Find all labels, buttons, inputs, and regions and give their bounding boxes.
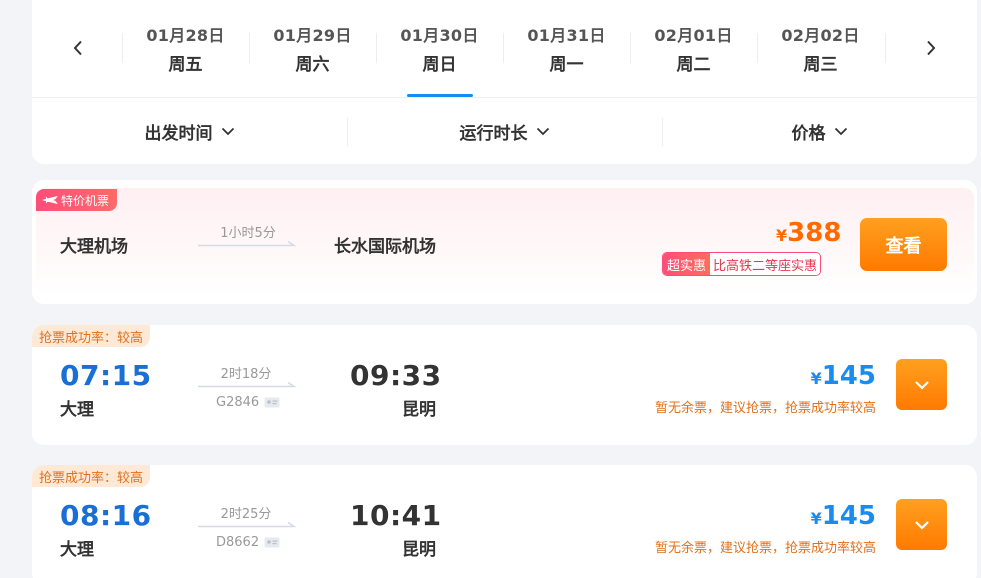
flight-arrival-airport: 长水国际机场 (334, 237, 436, 257)
chevron-right-icon (927, 40, 936, 56)
weekday-label: 周三 (803, 55, 838, 75)
weekday-label: 周日 (422, 55, 457, 75)
currency-symbol: ¥ (810, 509, 822, 528)
arrival-station: 昆明 (402, 540, 436, 560)
date-item-0128[interactable]: 01月28日 周五 (122, 0, 249, 98)
weekday-label: 周五 (168, 55, 203, 75)
filter-label: 运行时长 (459, 123, 528, 144)
view-flight-button[interactable]: 查看 (860, 218, 947, 271)
flight-promo-card[interactable]: 特价机票 大理机场 1小时5分 长水国际机场 ¥388 超实惠 比高铁二等座实惠… (32, 180, 977, 304)
filter-price[interactable]: 价格 (662, 98, 977, 164)
airplane-icon (42, 196, 58, 204)
filter-label: 价格 (791, 123, 826, 144)
chevron-down-icon (834, 127, 847, 135)
expand-details-button[interactable] (896, 499, 947, 550)
date-label: 01月30日 (400, 26, 479, 45)
arrival-station: 昆明 (402, 400, 436, 420)
filter-label: 出发时间 (144, 123, 213, 144)
currency-symbol: ¥ (810, 369, 822, 388)
train-number: D8662 (216, 535, 280, 550)
weekday-label: 周二 (676, 55, 711, 75)
price-value: 145 (821, 361, 876, 391)
chevron-down-icon (221, 127, 234, 135)
price-value: 145 (821, 501, 876, 531)
train-number-label: D8662 (216, 535, 260, 550)
chevron-down-icon (914, 520, 929, 530)
route-arrow-line (198, 381, 296, 388)
badge-label: 特价机票 (61, 193, 110, 208)
date-label: 02月02日 (781, 26, 860, 45)
travel-duration: 2时18分 (220, 367, 272, 382)
availability-note: 暂无余票，建议抢票，抢票成功率较高 (654, 401, 876, 416)
date-label: 02月01日 (654, 26, 733, 45)
date-list: 01月28日 周五 01月29日 周六 01月30日 周日 01月31日 周一 … (122, 0, 884, 98)
success-rate-tag: 抢票成功率：较高 (32, 325, 151, 347)
date-item-0130-selected[interactable]: 01月30日 周日 (376, 0, 503, 98)
availability-note: 暂无余票，建议抢票，抢票成功率较高 (654, 541, 876, 556)
chevron-down-icon (536, 127, 549, 135)
route-arrow-line (198, 521, 296, 528)
filter-duration[interactable]: 运行时长 (347, 98, 662, 164)
divider (885, 33, 886, 63)
expand-details-button[interactable] (896, 359, 947, 410)
promo-text: 比高铁二等座实惠 (710, 253, 821, 275)
special-flight-badge: 特价机票 (36, 189, 118, 211)
train-result-card[interactable]: 抢票成功率：较高 08:16 大理 2时25分 D8662 10:41 昆明 ¥… (32, 465, 977, 578)
promo-label: 超实惠 (663, 253, 711, 275)
next-date-button[interactable] (917, 30, 945, 66)
chevron-down-icon (914, 380, 929, 390)
departure-time: 08:16 (60, 499, 152, 532)
success-rate-tag: 抢票成功率：较高 (32, 465, 151, 487)
filter-departure-time[interactable]: 出发时间 (32, 98, 347, 164)
date-filter-panel: 01月28日 周五 01月29日 周六 01月30日 周日 01月31日 周一 … (32, 0, 977, 164)
date-selector: 01月28日 周五 01月29日 周六 01月30日 周日 01月31日 周一 … (32, 0, 977, 98)
route-arrow-line (198, 240, 296, 247)
flight-departure-airport: 大理机场 (60, 237, 128, 257)
train-price: ¥145 (776, 361, 876, 391)
train-result-card[interactable]: 抢票成功率：较高 07:15 大理 2时18分 G2846 09:33 昆明 ¥… (32, 325, 977, 445)
sort-filter-bar: 出发时间 运行时长 价格 (32, 98, 977, 164)
travel-duration: 2时25分 (220, 507, 272, 522)
weekday-label: 周六 (295, 55, 330, 75)
date-label: 01月31日 (527, 26, 606, 45)
date-item-0129[interactable]: 01月29日 周六 (249, 0, 376, 98)
date-item-0202[interactable]: 02月02日 周三 (757, 0, 884, 98)
id-card-icon (264, 397, 280, 408)
date-label: 01月29日 (273, 26, 352, 45)
arrival-time: 09:33 (350, 359, 442, 392)
id-card-icon (264, 537, 280, 548)
train-number: G2846 (216, 395, 280, 410)
train-price: ¥145 (776, 501, 876, 531)
flight-price: ¥388 (776, 218, 842, 248)
date-label: 01月28日 (146, 26, 225, 45)
chevron-left-icon (73, 40, 82, 56)
date-item-0131[interactable]: 01月31日 周一 (503, 0, 630, 98)
currency-symbol: ¥ (776, 226, 788, 245)
price-value: 388 (787, 218, 842, 248)
prev-date-button[interactable] (64, 30, 92, 66)
flight-duration: 1小时5分 (220, 226, 276, 241)
date-item-0201[interactable]: 02月01日 周二 (630, 0, 757, 98)
selected-date-indicator (407, 94, 473, 97)
weekday-label: 周一 (549, 55, 584, 75)
departure-station: 大理 (60, 400, 94, 420)
train-number-label: G2846 (216, 395, 260, 410)
departure-time: 07:15 (60, 359, 152, 392)
promo-tag: 超实惠 比高铁二等座实惠 (662, 252, 822, 276)
arrival-time: 10:41 (350, 499, 442, 532)
departure-station: 大理 (60, 540, 94, 560)
